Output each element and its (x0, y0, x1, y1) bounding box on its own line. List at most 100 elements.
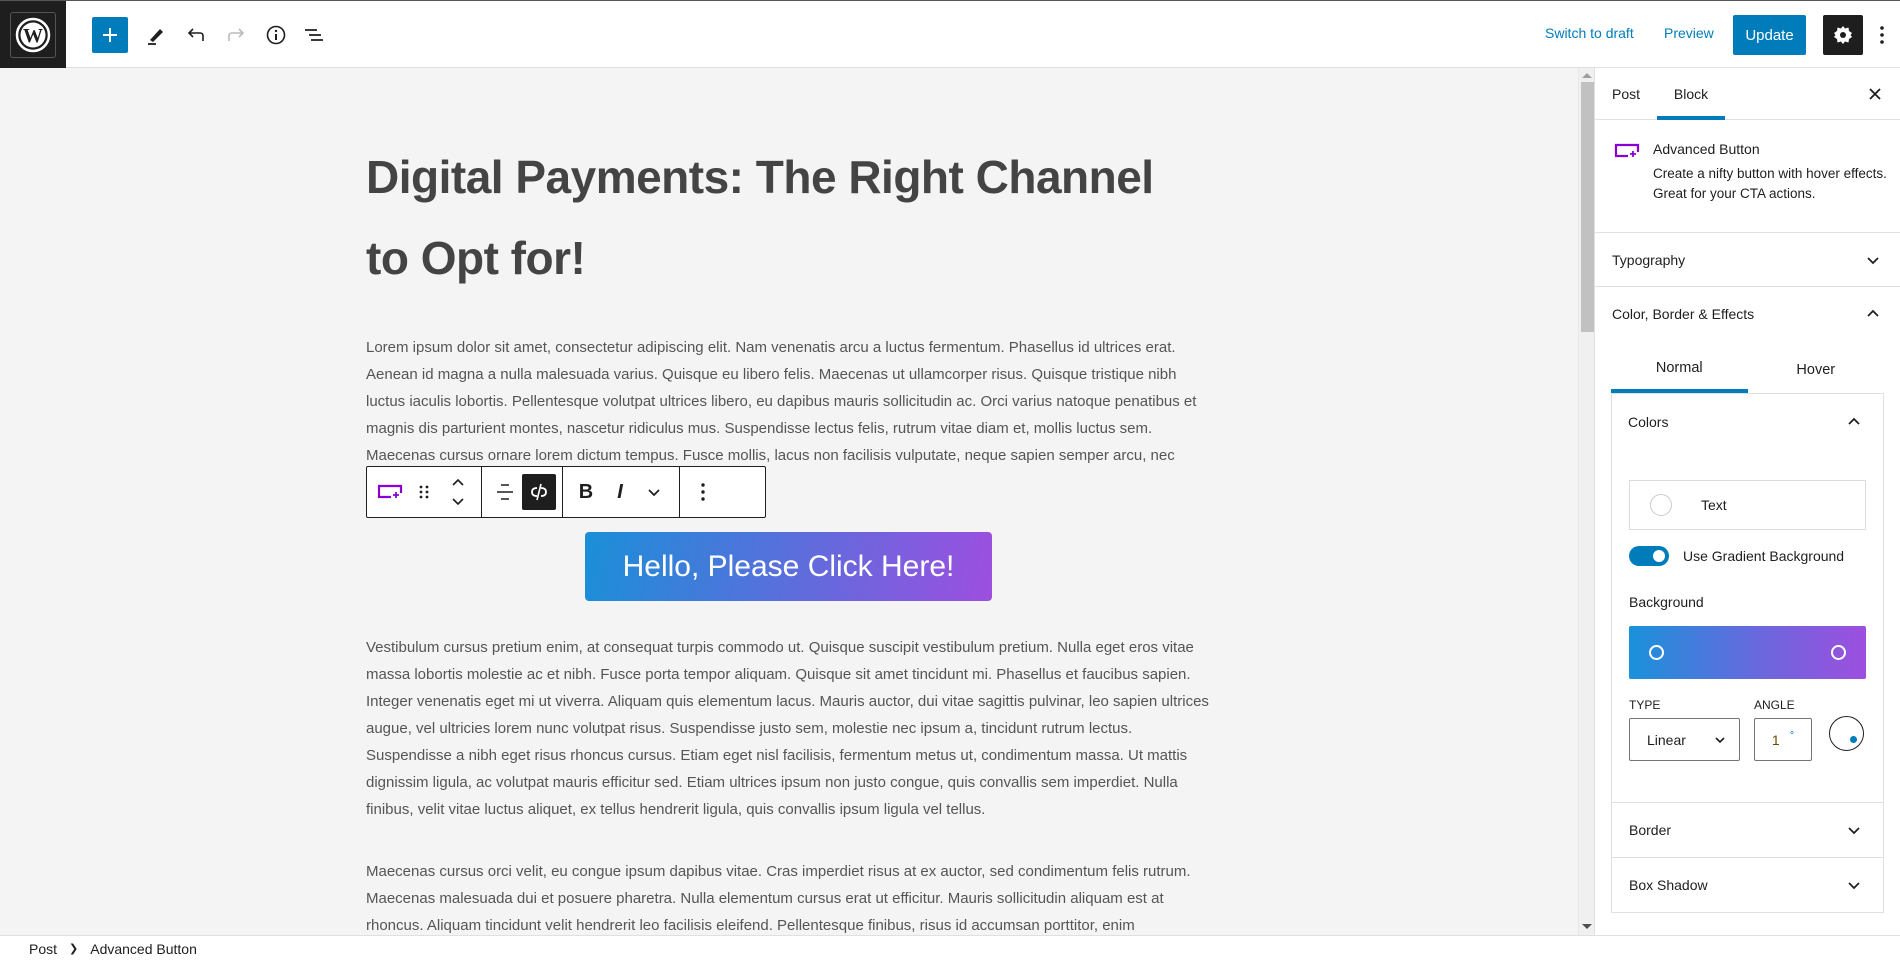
text-color-picker[interactable]: Text (1629, 480, 1866, 530)
chevron-down-icon (1867, 256, 1879, 264)
undo-icon (187, 28, 204, 41)
advanced-button-block[interactable]: Hello, Please Click Here! (585, 532, 992, 601)
move-up-down-icon (452, 478, 464, 506)
tab-post[interactable]: Post (1612, 68, 1640, 120)
drag-handle-icon (419, 485, 429, 499)
gradient-type-angle: TYPE Linear ANGLE 1 ° (1629, 698, 1866, 761)
undo-button[interactable] (178, 17, 214, 53)
chevron-down-icon (648, 489, 660, 497)
close-icon (1869, 88, 1881, 100)
bold-button[interactable]: B (569, 474, 603, 510)
update-button[interactable]: Update (1733, 15, 1806, 55)
block-toolbar-group-options (680, 467, 726, 517)
block-card-description: Create a nifty button with hover effects… (1653, 166, 1887, 201)
gear-icon (1834, 26, 1852, 44)
angle-dial[interactable] (1829, 716, 1864, 751)
sidebar-tabs: Post Block (1595, 68, 1900, 120)
post-title[interactable]: Digital Payments: The Right Channel to O… (366, 137, 1206, 299)
preview-button[interactable]: Preview (1664, 25, 1714, 41)
gradient-type-select[interactable]: Linear (1629, 718, 1740, 761)
panel-border[interactable]: Border (1612, 802, 1883, 857)
panel-title: Border (1629, 822, 1672, 838)
info-icon (266, 25, 286, 45)
color-swatch (1650, 494, 1672, 516)
chevron-down-icon (1848, 882, 1860, 890)
list-view-button[interactable] (296, 17, 332, 53)
breadcrumb-item-post[interactable]: Post (29, 941, 57, 957)
advanced-button-icon (1614, 143, 1640, 158)
normal-state-panel: Colors Text Use Gradient Background Back… (1611, 393, 1884, 913)
angle-label: ANGLE (1754, 698, 1795, 712)
list-view-icon (305, 29, 323, 41)
chevron-right-icon: ❯ (69, 943, 79, 955)
scroll-down-arrow[interactable] (1582, 924, 1592, 929)
paragraph-block[interactable]: Vestibulum cursus pretium enim, at conse… (366, 634, 1216, 823)
wordpress-logo-button[interactable]: W (0, 1, 66, 68)
editor-header: W Switch to draft Preview Update (0, 0, 1900, 68)
close-sidebar-button[interactable] (1865, 84, 1885, 104)
angle-value: 1 (1771, 731, 1780, 748)
pencil-icon (148, 29, 163, 45)
angle-input[interactable]: 1 ° (1754, 718, 1812, 761)
chevron-up-icon (1848, 417, 1860, 425)
tab-normal[interactable]: Normal (1611, 347, 1748, 393)
settings-button[interactable] (1823, 15, 1863, 55)
settings-sidebar: Post Block Advanced Button Create a nift… (1594, 68, 1900, 935)
block-toolbar-group-align (482, 467, 563, 517)
gradient-toggle-label: Use Gradient Background (1683, 548, 1845, 564)
more-vertical-icon (701, 483, 705, 501)
switch-to-draft-button[interactable]: Switch to draft (1545, 25, 1634, 41)
redo-button[interactable] (218, 17, 254, 53)
block-toolbar-group-format: B I (563, 467, 680, 517)
align-button[interactable] (488, 474, 522, 510)
details-button[interactable] (258, 17, 294, 53)
gradient-stop-end[interactable] (1831, 645, 1846, 660)
block-options-button[interactable] (686, 474, 720, 510)
chevron-down-icon (1848, 827, 1860, 835)
scroll-thumb[interactable] (1581, 82, 1594, 332)
advanced-button-icon (377, 484, 403, 499)
more-vertical-icon (1880, 26, 1884, 44)
align-center-icon (497, 484, 513, 500)
breadcrumb: Post ❯ Advanced Button (0, 935, 1900, 961)
svg-text:W: W (23, 25, 43, 47)
gradient-toggle-row: Use Gradient Background (1629, 544, 1866, 568)
more-options-button[interactable] (1872, 19, 1892, 51)
drag-handle[interactable] (407, 474, 441, 510)
angle-unit: ° (1789, 729, 1795, 742)
more-formatting-button[interactable] (637, 474, 671, 510)
gradient-toggle[interactable] (1629, 546, 1669, 566)
unlink-icon (531, 483, 547, 501)
editor-scrollbar[interactable] (1578, 68, 1594, 935)
wordpress-logo-icon: W (15, 17, 51, 52)
tab-hover[interactable]: Hover (1748, 347, 1885, 393)
panel-typography[interactable]: Typography (1595, 233, 1900, 287)
panel-box-shadow[interactable]: Box Shadow (1612, 857, 1883, 912)
panel-colors[interactable]: Colors (1612, 394, 1883, 450)
tools-button[interactable] (138, 17, 174, 53)
tab-block[interactable]: Block (1657, 68, 1725, 120)
breadcrumb-item-block[interactable]: Advanced Button (90, 941, 197, 957)
panel-title: Box Shadow (1629, 877, 1708, 893)
block-type-button[interactable] (373, 474, 407, 510)
plus-icon (103, 28, 117, 42)
chevron-up-icon (1867, 309, 1879, 317)
state-tabs: Normal Hover (1611, 347, 1884, 393)
panel-color-border-effects[interactable]: Color, Border & Effects (1595, 287, 1900, 341)
scroll-up-arrow[interactable] (1582, 73, 1592, 78)
redo-icon (228, 28, 245, 41)
background-label: Background (1629, 594, 1704, 610)
italic-button[interactable]: I (603, 474, 637, 510)
unlink-button[interactable] (522, 474, 556, 510)
add-block-button[interactable] (92, 17, 128, 53)
gradient-stop-start[interactable] (1649, 645, 1664, 660)
panel-title: Typography (1612, 251, 1686, 268)
block-toolbar: B I (366, 466, 766, 518)
move-block-button[interactable] (441, 474, 475, 510)
gradient-picker[interactable] (1629, 626, 1866, 679)
type-label: TYPE (1629, 698, 1661, 712)
text-color-label: Text (1701, 497, 1727, 513)
paragraph-block[interactable]: Maecenas cursus orci velit, eu congue ip… (366, 858, 1216, 939)
gradient-type-value: Linear (1647, 731, 1686, 748)
panel-title: Color, Border & Effects (1612, 306, 1755, 322)
